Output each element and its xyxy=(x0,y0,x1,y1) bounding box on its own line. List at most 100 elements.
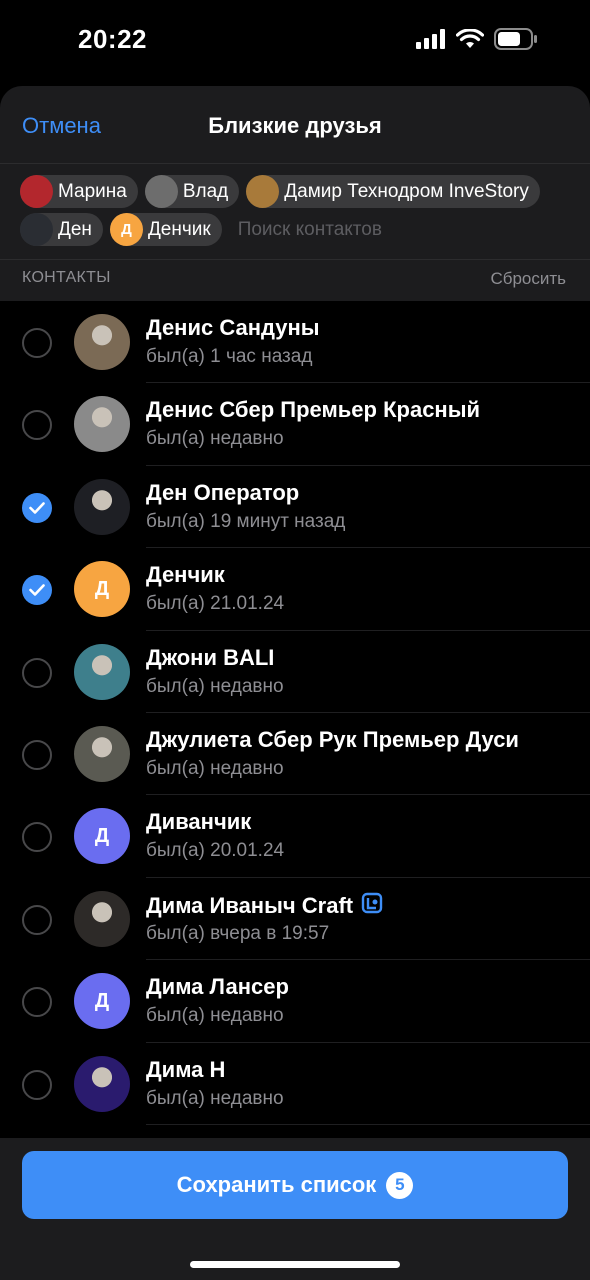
chip-avatar xyxy=(20,175,53,208)
contact-status: был(а) недавно xyxy=(146,1005,284,1027)
contact-row[interactable]: Денис Сбер Премьер Красный был(а) недавно xyxy=(0,383,590,466)
premium-badge-icon xyxy=(361,892,383,920)
contacts-list: Денис Сандуны был(а) 1 час назад Денис Сбе… xyxy=(0,301,590,1280)
avatar xyxy=(74,1055,130,1112)
contact-name-text: Денчик xyxy=(146,562,225,588)
chip-avatar xyxy=(20,213,53,246)
chip-denchik[interactable]: Д Денчик xyxy=(109,213,222,246)
close-friends-sheet: Отмена Близкие друзья Марина Влад Дамир … xyxy=(0,86,590,1280)
avatar xyxy=(74,314,130,370)
contact-row[interactable]: Дима Н был(а) недавно xyxy=(0,1043,590,1125)
contact-row[interactable]: Д Диванчик был(а) 20.01.24 xyxy=(0,795,590,878)
selected-chips: Марина Влад Дамир Технодром InveStory Де… xyxy=(0,164,590,260)
row-divider xyxy=(146,1123,590,1125)
avatar xyxy=(74,890,130,947)
section-label: КОНТАКТЫ xyxy=(22,269,111,286)
checkbox-unchecked-icon[interactable] xyxy=(22,987,52,1018)
save-list-label: Сохранить список xyxy=(176,1172,377,1197)
contact-row[interactable]: Джулиета Сбер Рук Премьер Дуси был(а) нед… xyxy=(0,713,590,796)
avatar: Д xyxy=(74,561,130,618)
avatar xyxy=(74,725,130,782)
contact-status: был(а) 21.01.24 xyxy=(146,593,285,615)
contact-row[interactable]: Ден Оператор был(а) 19 минут назад xyxy=(0,466,590,549)
checkbox-checked-icon[interactable] xyxy=(22,575,52,606)
contact-name-text: Ден Оператор xyxy=(146,479,300,505)
checkmark-icon xyxy=(29,501,45,514)
contact-status: был(а) 20.01.24 xyxy=(146,840,285,862)
status-bar: 20:22 xyxy=(0,0,590,86)
nav-bar: Отмена Близкие друзья xyxy=(0,86,590,164)
contact-status: был(а) недавно xyxy=(146,757,284,779)
battery-icon xyxy=(494,28,537,50)
contact-row[interactable]: Д Дима Лансер был(а) недавно xyxy=(0,960,590,1043)
contact-status: был(а) вчера в 19:57 xyxy=(146,922,330,944)
checkbox-checked-icon[interactable] xyxy=(22,492,52,523)
contact-name: Ден Оператор xyxy=(146,480,299,506)
contact-row[interactable]: Джони BALI был(а) недавно xyxy=(0,631,590,713)
chip-avatar: Д xyxy=(109,213,143,246)
checkbox-unchecked-icon[interactable] xyxy=(22,328,52,358)
contact-name: Денис Сбер Премьер Красный xyxy=(146,397,480,423)
chip-label: Денчик xyxy=(147,218,211,240)
contact-name-text: Дима Иваныч Craft xyxy=(146,892,354,918)
bottom-bar: Сохранить список 5 xyxy=(0,1138,590,1280)
status-icons xyxy=(416,28,538,50)
contact-name: Джони BALI xyxy=(146,645,274,671)
contact-name: Дима Н xyxy=(146,1057,225,1083)
chip-den[interactable]: Ден xyxy=(20,213,103,246)
reset-button[interactable]: Сбросить xyxy=(490,269,566,289)
chip-label: Дамир Технодром InveStory xyxy=(284,180,529,202)
chip-damir[interactable]: Дамир Технодром InveStory xyxy=(246,175,540,208)
wifi-icon xyxy=(456,29,484,48)
contact-name-text: Дима Лансер xyxy=(146,974,289,1000)
chip-avatar xyxy=(144,175,178,208)
home-indicator xyxy=(190,1261,400,1268)
avatar: Д xyxy=(74,973,130,1030)
avatar xyxy=(74,396,130,453)
contact-name: Денчик xyxy=(146,562,225,588)
contact-name-text: Денис Сандуны xyxy=(146,315,320,340)
chip-vlad[interactable]: Влад xyxy=(144,175,240,208)
checkbox-unchecked-icon[interactable] xyxy=(22,739,52,770)
contact-name: Дима Иваныч Craft xyxy=(146,892,383,920)
contact-status: был(а) 1 час назад xyxy=(146,346,313,367)
contact-row[interactable]: Дима Иваныч Craft был(а) вчера в 19:57 xyxy=(0,878,590,961)
checkbox-unchecked-icon[interactable] xyxy=(22,822,52,853)
selected-count-badge: 5 xyxy=(386,1171,414,1199)
save-list-button[interactable]: Сохранить список 5 xyxy=(22,1151,568,1219)
contact-status: был(а) недавно xyxy=(146,675,284,697)
chip-label: Марина xyxy=(58,180,127,202)
chip-label: Ден xyxy=(58,218,92,240)
contact-name: Денис Сандуны xyxy=(146,315,320,341)
checkbox-unchecked-icon[interactable] xyxy=(22,1069,52,1100)
status-time: 20:22 xyxy=(78,24,147,54)
contact-name-text: Денис Сбер Премьер Красный xyxy=(146,397,481,423)
contact-status: был(а) недавно xyxy=(146,428,284,450)
contact-row[interactable]: Денис Сандуны был(а) 1 час назад xyxy=(0,301,590,384)
checkbox-unchecked-icon[interactable] xyxy=(22,410,52,441)
contact-name-text: Диванчик xyxy=(146,809,252,835)
chip-avatar xyxy=(246,175,280,208)
checkmark-icon xyxy=(29,584,45,596)
contact-name-text: Дима Н xyxy=(146,1056,226,1082)
contact-row[interactable]: Д Денчик был(а) 21.01.24 xyxy=(0,548,590,631)
checkbox-unchecked-icon[interactable] xyxy=(22,657,52,688)
contacts-section-header: КОНТАКТЫ Сбросить xyxy=(0,260,590,300)
avatar xyxy=(74,643,130,700)
contact-status: был(а) недавно xyxy=(146,1087,284,1109)
contact-name: Диванчик xyxy=(146,809,251,835)
chip-marina[interactable]: Марина xyxy=(20,175,138,208)
chip-row: Марина Влад Дамир Технодром InveStory xyxy=(20,175,570,208)
contact-name-text: Джулиета Сбер Рук Премьер Дуси xyxy=(146,726,519,752)
signal-icon xyxy=(416,29,445,49)
search-input[interactable]: Поиск контактов xyxy=(238,219,382,241)
chip-row: Ден Д Денчик Поиск контактов xyxy=(20,213,570,246)
page-title: Близкие друзья xyxy=(208,113,382,138)
contact-name-text: Джони BALI xyxy=(146,644,275,670)
checkbox-unchecked-icon[interactable] xyxy=(22,904,52,935)
contact-name: Дима Лансер xyxy=(146,974,289,1000)
avatar xyxy=(74,478,130,535)
contact-name: Джулиета Сбер Рук Премьер Дуси xyxy=(146,727,519,753)
avatar: Д xyxy=(74,808,130,865)
chip-label: Влад xyxy=(182,180,229,202)
